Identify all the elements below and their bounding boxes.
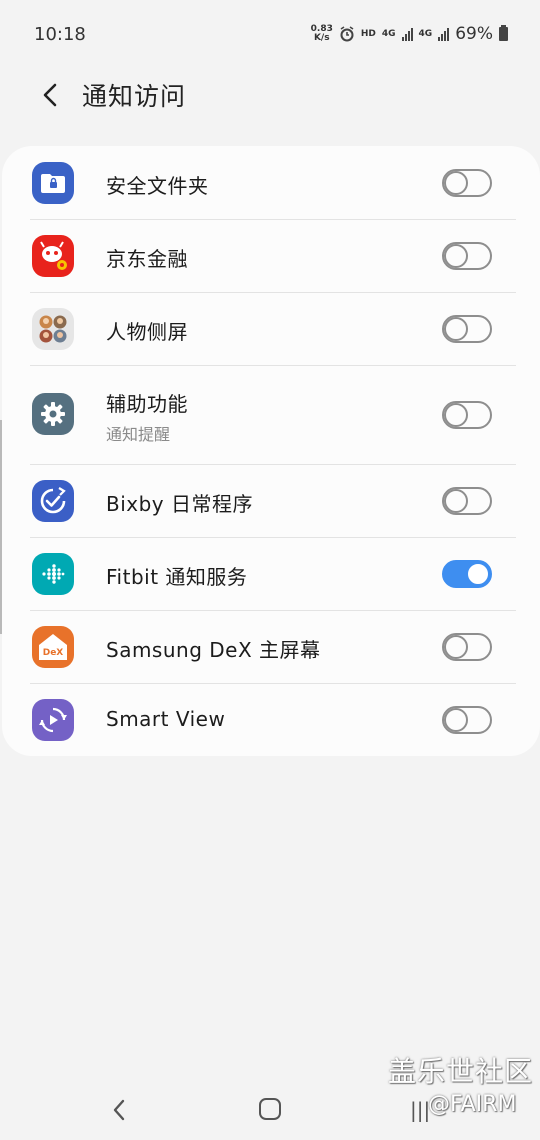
notification-access-toggle[interactable]: [442, 315, 492, 343]
alarm-clock-icon: [340, 26, 354, 42]
status-bar: 10:18 0.83 K/s HD 4G 4G 69%: [0, 0, 540, 68]
nav-recent-apps-icon[interactable]: |||: [410, 1098, 430, 1122]
app-name: 人物侧屏: [106, 320, 188, 344]
notification-access-toggle[interactable]: [442, 169, 492, 197]
network-4g-label-1: 4G: [381, 29, 396, 39]
app-bar: 通知访问: [0, 70, 540, 120]
app-name: Bixby 日常程序: [106, 492, 254, 516]
notification-access-toggle[interactable]: [442, 560, 492, 588]
list-item-bixby-routines[interactable]: Bixby 日常程序: [2, 465, 540, 537]
app-name: Smart View: [106, 707, 226, 731]
list-item-secure-folder[interactable]: 安全文件夹: [2, 146, 540, 219]
network-4g-label-2: 4G: [418, 29, 433, 39]
back-button[interactable]: [22, 70, 78, 120]
list-item-jd-finance[interactable]: 京东金融: [2, 220, 540, 292]
signal-icon-1: [401, 27, 413, 41]
fitbit-icon: [32, 553, 74, 595]
gear-icon: [32, 393, 74, 435]
nav-home-icon[interactable]: [259, 1098, 281, 1120]
notification-access-toggle[interactable]: [442, 487, 492, 515]
dex-icon: DeX: [32, 626, 74, 668]
battery-percent: 69%: [455, 24, 493, 44]
app-name: Fitbit 通知服务: [106, 565, 248, 589]
notification-access-toggle[interactable]: [442, 706, 492, 734]
smart-view-icon: [32, 699, 74, 741]
app-name: 安全文件夹: [106, 174, 209, 198]
signal-icon-2: [438, 27, 450, 41]
nav-back-icon[interactable]: [108, 1096, 130, 1124]
net-speed: 0.83 K/s: [310, 24, 333, 43]
notification-access-toggle[interactable]: [442, 633, 492, 661]
bixby-routines-icon: [32, 480, 74, 522]
list-item-smart-view[interactable]: Smart View: [2, 684, 540, 756]
notification-access-list: 安全文件夹 京东金融 人物侧屏 辅助功能 通知提醒 Bixby 日常程序 Fit…: [2, 146, 540, 756]
secure-folder-icon: [32, 162, 74, 204]
people-edge-icon: [32, 308, 74, 350]
app-subtitle: 通知提醒: [106, 425, 171, 444]
list-item-accessibility[interactable]: 辅助功能 通知提醒: [2, 366, 540, 464]
list-item-fitbit[interactable]: Fitbit 通知服务: [2, 538, 540, 610]
app-name: 辅助功能: [106, 392, 188, 416]
back-arrow-icon: [43, 83, 57, 107]
status-time: 10:18: [34, 23, 86, 45]
list-item-people-edge[interactable]: 人物侧屏: [2, 293, 540, 365]
notification-access-toggle[interactable]: [442, 401, 492, 429]
svg-text:DeX: DeX: [43, 648, 64, 658]
list-item-samsung-dex[interactable]: DeX Samsung DeX 主屏幕: [2, 611, 540, 683]
app-name: Samsung DeX 主屏幕: [106, 638, 321, 662]
hd-label: HD: [360, 29, 376, 39]
status-icons: 0.83 K/s HD 4G 4G 69%: [311, 24, 508, 44]
notification-access-toggle[interactable]: [442, 242, 492, 270]
battery-icon: [499, 25, 508, 41]
navigation-bar: |||: [0, 1080, 540, 1140]
jd-finance-icon: [32, 235, 74, 277]
page-title: 通知访问: [82, 82, 187, 111]
app-name: 京东金融: [106, 247, 188, 271]
